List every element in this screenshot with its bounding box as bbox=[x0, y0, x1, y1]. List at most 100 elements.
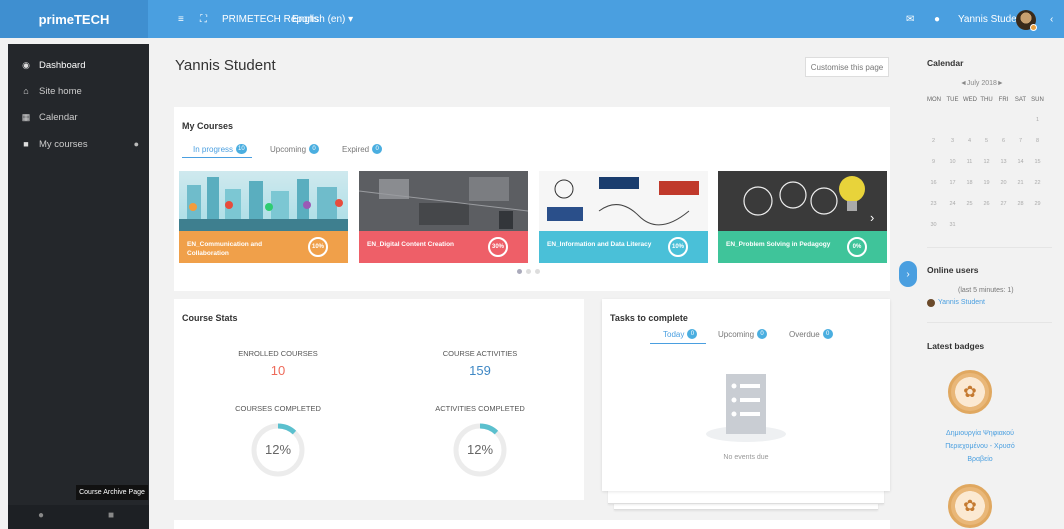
language-menu[interactable]: English (en) ▾ bbox=[292, 0, 353, 38]
calendar-day[interactable]: 4 bbox=[963, 138, 976, 144]
latest-badges-title: Latest badges bbox=[927, 341, 985, 351]
calendar-day[interactable]: 28 bbox=[1014, 201, 1027, 207]
sidebar-item-label: Dashboard bbox=[39, 59, 86, 71]
progress-badge: 10% bbox=[668, 237, 688, 257]
calendar-day[interactable]: 13 bbox=[997, 159, 1010, 165]
calendar-month-nav[interactable]: ◄July 2018► bbox=[960, 80, 1004, 87]
sidebar-item-calendar[interactable]: ▦ Calendar bbox=[8, 104, 149, 130]
message-icon[interactable]: ✉ bbox=[906, 0, 914, 38]
calendar-day[interactable]: 31 bbox=[946, 222, 959, 228]
divider bbox=[927, 247, 1052, 248]
notification-bell-icon[interactable]: ● bbox=[934, 0, 940, 38]
badge-medal-icon[interactable]: ✿ bbox=[948, 370, 992, 414]
archive-flag-icon[interactable]: ■ bbox=[108, 510, 114, 521]
enrolled-value: 10 bbox=[270, 363, 286, 378]
divider bbox=[927, 322, 1052, 323]
calendar-day[interactable]: 22 bbox=[1031, 180, 1044, 186]
carousel-dots bbox=[517, 269, 540, 274]
course-tile[interactable]: EN_Information and Data Literacy 10% bbox=[539, 171, 708, 263]
empty-list-icon bbox=[706, 374, 786, 442]
page-title: Yannis Student bbox=[175, 57, 276, 74]
carousel-dot[interactable] bbox=[526, 269, 531, 274]
calendar-day[interactable]: 14 bbox=[1014, 159, 1027, 165]
calendar-day[interactable]: 26 bbox=[980, 201, 993, 207]
carousel-dot[interactable] bbox=[535, 269, 540, 274]
course-image bbox=[539, 171, 708, 231]
course-tile[interactable]: EN_Digital Content Creation 30% bbox=[358, 171, 529, 263]
calendar-day[interactable]: 29 bbox=[1031, 201, 1044, 207]
course-name[interactable]: EN_Communication and Collaboration bbox=[187, 240, 297, 258]
menu-toggle-icon[interactable]: ≡ bbox=[178, 0, 184, 38]
dashboard-icon: ◉ bbox=[22, 59, 30, 70]
online-user-link[interactable]: Yannis Student bbox=[938, 299, 985, 306]
tab-upcoming[interactable]: Upcoming 0 bbox=[270, 144, 320, 154]
top-navbar: primeTECH ≡ ⛶ PRIMETECH Reports English … bbox=[0, 0, 1064, 38]
calendar-day[interactable]: 12 bbox=[980, 159, 993, 165]
calendar-day[interactable]: 18 bbox=[963, 180, 976, 186]
course-stats-title: Course Stats bbox=[182, 313, 238, 323]
course-tile[interactable]: EN_Problem Solving in Pedagogy 0% bbox=[718, 171, 887, 263]
tab-in-progress[interactable]: In progress 10 bbox=[193, 144, 247, 154]
calendar-day[interactable]: 8 bbox=[1031, 138, 1044, 144]
lightbulb-illustration bbox=[718, 171, 887, 231]
calendar-day[interactable]: 21 bbox=[1014, 180, 1027, 186]
calendar-day[interactable]: 25 bbox=[963, 201, 976, 207]
sidebar-item-site-home[interactable]: ⌂ Site home bbox=[8, 78, 149, 104]
tab-expired[interactable]: Expired 0 bbox=[342, 144, 383, 154]
calendar-day[interactable]: 3 bbox=[946, 138, 959, 144]
calendar-day[interactable]: 27 bbox=[997, 201, 1010, 207]
course-name[interactable]: EN_Digital Content Creation bbox=[367, 240, 477, 249]
calendar-day[interactable]: 2 bbox=[927, 138, 940, 144]
calendar-day[interactable]: 20 bbox=[997, 180, 1010, 186]
calendar-day[interactable]: 6 bbox=[997, 138, 1010, 144]
badge-medal-icon[interactable]: ✿ bbox=[948, 484, 992, 528]
chevron-left-icon[interactable]: ‹ bbox=[1050, 0, 1053, 38]
calendar-day[interactable]: 15 bbox=[1031, 159, 1044, 165]
calendar-day[interactable]: 17 bbox=[946, 180, 959, 186]
calendar-day[interactable]: 9 bbox=[927, 159, 940, 165]
calendar-day[interactable]: 30 bbox=[927, 222, 940, 228]
tab-overdue[interactable]: Overdue 0 bbox=[789, 329, 833, 339]
calendar-day[interactable]: 1 bbox=[1031, 117, 1044, 123]
sidebar-item-dashboard[interactable]: ◉ Dashboard bbox=[8, 52, 149, 78]
tab-label: In progress bbox=[193, 144, 234, 154]
calendar-day[interactable]: 10 bbox=[946, 159, 959, 165]
courses-completed-label: COURSES COMPLETED bbox=[235, 404, 321, 413]
course-label: EN_Communication and Collaboration 10% bbox=[179, 231, 348, 263]
chat-icon[interactable]: ● bbox=[38, 510, 44, 521]
progress-badge: 10% bbox=[308, 237, 328, 257]
course-image bbox=[718, 171, 887, 231]
carousel-next-icon[interactable]: › bbox=[870, 210, 874, 225]
fullscreen-icon[interactable]: ⛶ bbox=[200, 0, 207, 38]
carousel-dot[interactable] bbox=[517, 269, 522, 274]
course-label: EN_Information and Data Literacy 10% bbox=[539, 231, 708, 263]
tab-upcoming[interactable]: Upcoming 0 bbox=[718, 329, 768, 339]
tab-today[interactable]: Today 0 bbox=[663, 329, 698, 339]
sidebar-item-label: My courses bbox=[39, 138, 88, 150]
desk-illustration bbox=[358, 171, 529, 231]
calendar-day[interactable]: 7 bbox=[1014, 138, 1027, 144]
enrolled-label: ENROLLED COURSES bbox=[238, 349, 318, 358]
weekday-label: TUE bbox=[946, 97, 959, 103]
course-name[interactable]: EN_Information and Data Literacy bbox=[547, 240, 657, 249]
badge-name-link[interactable]: Δημιουργία Ψηφιακού Περιεχομένου - Χρυσό… bbox=[940, 427, 1020, 466]
tab-label: Today bbox=[663, 329, 685, 339]
calendar-day[interactable]: 19 bbox=[980, 180, 993, 186]
calendar-icon: ▦ bbox=[21, 111, 31, 122]
sidebar-item-my-courses[interactable]: ■ My courses ● bbox=[8, 131, 149, 157]
tab-label: Upcoming bbox=[270, 144, 307, 154]
course-tile[interactable]: EN_Communication and Collaboration 10% bbox=[179, 171, 348, 263]
customise-page-button[interactable]: Customise this page bbox=[805, 57, 889, 77]
course-name[interactable]: EN_Problem Solving in Pedagogy bbox=[726, 240, 836, 249]
brand-logo[interactable]: primeTECH bbox=[0, 0, 148, 38]
calendar-day[interactable]: 5 bbox=[980, 138, 993, 144]
calendar-day[interactable]: 24 bbox=[946, 201, 959, 207]
calendar-day[interactable]: 23 bbox=[927, 201, 940, 207]
calendar-day[interactable]: 16 bbox=[927, 180, 940, 186]
online-users-title: Online users bbox=[927, 265, 979, 275]
calendar-day[interactable]: 11 bbox=[963, 159, 976, 165]
course-image bbox=[179, 171, 348, 231]
count-badge: 10 bbox=[236, 144, 247, 154]
chevron-right-icon[interactable]: › bbox=[899, 261, 917, 287]
avatar bbox=[927, 299, 935, 307]
